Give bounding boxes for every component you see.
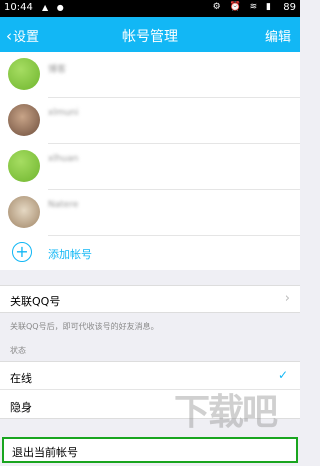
checkmark-icon: ✓ [277, 368, 288, 382]
status-bar: 10:44 ▲ ● ⚙ ⏰ ≋ ▮ 89 [0, 0, 300, 17]
avatar [8, 104, 40, 136]
status-invisible-option[interactable]: 隐身 [0, 391, 300, 419]
status-online-option[interactable]: 在线 ✓ [0, 362, 300, 390]
nav-bar: ‹设置 帐号管理 编辑 [0, 17, 300, 52]
linked-qq-row[interactable]: 关联QQ号 › [0, 285, 300, 313]
plus-icon: + [12, 242, 32, 262]
account-item[interactable]: Natere [0, 190, 300, 236]
linked-qq-label: 关联QQ号 [10, 295, 61, 308]
avatar [8, 58, 40, 90]
linked-qq-hint: 关联QQ号后，即可代收该号的好友消息。 [10, 322, 159, 331]
avatar [8, 150, 40, 182]
avatar [8, 196, 40, 228]
chevron-right-icon: › [284, 291, 290, 306]
status-options: 在线 ✓ 隐身 [0, 361, 300, 419]
account-name: 博客 [48, 65, 67, 75]
status-option-label: 在线 [10, 372, 32, 385]
account-item[interactable]: 博客 [0, 52, 300, 98]
status-section-title: 状态 [10, 346, 26, 355]
add-account-label: 添加帐号 [48, 248, 92, 261]
edit-button[interactable]: 编辑 [265, 26, 291, 45]
logout-label: 退出当前帐号 [12, 446, 78, 459]
status-time: 10:44 [4, 2, 33, 13]
page-title: 帐号管理 [122, 29, 178, 45]
account-name: xlhuan [48, 154, 79, 164]
notification-icons: ▲ ● [42, 3, 67, 12]
logout-button[interactable]: 退出当前帐号 [2, 437, 298, 463]
signal-icons: ⚙ ⏰ ≋ ▮ [212, 2, 274, 12]
account-list: 博客 xlmuni xlhuan Natere + 添加帐号 [0, 52, 300, 270]
account-name: Natere [48, 200, 79, 210]
account-item[interactable]: xlhuan [0, 144, 300, 190]
status-option-label: 隐身 [10, 401, 32, 414]
battery-level: 89 [283, 2, 296, 13]
account-name: xlmuni [48, 108, 79, 118]
add-account-button[interactable]: + 添加帐号 [0, 236, 300, 270]
account-item[interactable]: xlmuni [0, 98, 300, 144]
